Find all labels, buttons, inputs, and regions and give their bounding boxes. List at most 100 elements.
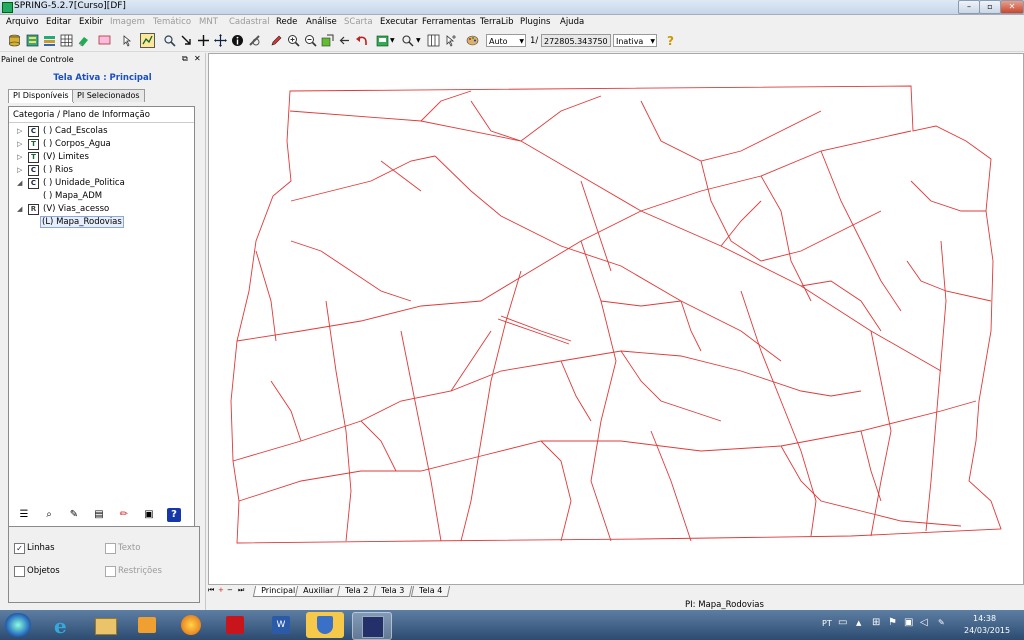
query-icon[interactable]: ⌕ [42, 508, 56, 522]
maximize-button[interactable]: ▫ [979, 0, 1001, 14]
display-icon[interactable] [98, 34, 111, 47]
network-icon[interactable]: ⊞ [872, 617, 880, 628]
menu-terralib[interactable]: TerraLib [480, 17, 514, 27]
pan-icon[interactable] [214, 34, 227, 47]
checkbox-linhas[interactable]: ✓ [14, 543, 25, 554]
expand-icon[interactable]: ▷ [17, 140, 22, 148]
ime-icon[interactable]: ✎ [938, 618, 945, 627]
collapse-icon[interactable]: ◢ [17, 179, 22, 187]
clock-date[interactable]: 24/03/2015 [964, 626, 1010, 635]
menu-rede[interactable]: Rede [276, 17, 297, 27]
info-icon[interactable] [231, 34, 244, 47]
close-icon[interactable]: ✕ [194, 54, 201, 63]
tree-node-limites[interactable]: (V) Limites [43, 152, 89, 162]
menu-cadastral[interactable]: Cadastral [229, 17, 270, 27]
help-icon[interactable]: ? [664, 34, 677, 47]
security-taskbar-icon[interactable] [306, 612, 344, 638]
tab-auxiliar[interactable]: Auxiliar [294, 586, 342, 597]
last-tab-icon[interactable]: ⏭ [238, 586, 244, 595]
menu-arquivo[interactable]: Arquivo [6, 17, 39, 27]
scale-mode-select[interactable]: Auto ▼ [486, 34, 526, 47]
folder-taskbar-icon[interactable] [86, 612, 124, 638]
database-icon[interactable] [8, 34, 21, 47]
clock-time[interactable]: 14:38 [973, 614, 996, 623]
help-icon[interactable]: ? [167, 508, 181, 522]
volume-icon[interactable]: ◁ [920, 617, 928, 628]
zoom-extent-icon[interactable] [321, 34, 334, 47]
edit-icon[interactable]: ✏ [117, 508, 131, 522]
remove-tab-icon[interactable]: − [227, 586, 233, 594]
measure-icon[interactable] [248, 34, 261, 47]
chevron-down-icon[interactable]: ▼ [416, 37, 421, 44]
pointer-icon[interactable] [120, 34, 133, 47]
expand-icon[interactable]: ▷ [17, 153, 22, 161]
search-icon[interactable] [401, 34, 414, 47]
expand-icon[interactable]: ▷ [17, 127, 22, 135]
tree-node-mapa-adm[interactable]: ( ) Mapa_ADM [43, 191, 102, 201]
menu-ajuda[interactable]: Ajuda [560, 17, 584, 27]
grid-icon[interactable] [60, 34, 73, 47]
tab-pi-selecionados[interactable]: PI Selecionados [72, 89, 145, 102]
menu-imagem[interactable]: Imagem [110, 17, 145, 27]
start-button[interactable] [5, 613, 31, 637]
undo-icon[interactable] [355, 34, 368, 47]
tree-node-vias-acesso[interactable]: (V) Vias_acesso [43, 204, 109, 214]
menu-analise[interactable]: Análise [306, 17, 337, 27]
zoom-in-icon[interactable] [287, 34, 300, 47]
tab-pi-disponiveis[interactable]: PI Disponíveis [8, 89, 74, 103]
crosshair-icon[interactable] [197, 34, 210, 47]
menu-mnt[interactable]: MNT [199, 17, 218, 27]
list-icon[interactable]: ☰ [17, 508, 31, 522]
tray-expand-icon[interactable]: ▲ [856, 619, 861, 627]
float-icon[interactable]: ⧉ [182, 54, 188, 64]
add-tab-icon[interactable]: + [218, 586, 224, 594]
export-icon[interactable] [376, 34, 389, 47]
spring-taskbar-icon[interactable] [352, 612, 392, 640]
tab-tela-4[interactable]: Tela 4 [410, 586, 451, 597]
arrow-select-icon[interactable] [180, 34, 193, 47]
project-icon[interactable] [26, 34, 39, 47]
keyboard-icon[interactable]: ▭ [838, 617, 847, 628]
checkbox-texto[interactable] [105, 543, 116, 554]
word-taskbar-icon[interactable]: W [262, 612, 300, 638]
zoom-window-icon[interactable] [163, 34, 176, 47]
ie-taskbar-icon[interactable]: e [44, 612, 82, 638]
media-player-taskbar-icon[interactable] [128, 612, 166, 638]
eraser-icon[interactable] [77, 34, 90, 47]
menu-editar[interactable]: Editar [46, 17, 71, 27]
first-tab-icon[interactable]: ⏮ [208, 586, 214, 595]
pencil-icon[interactable] [270, 34, 283, 47]
tree-node-unidade-politica[interactable]: ( ) Unidade_Politica [43, 178, 125, 188]
menu-exibir[interactable]: Exibir [79, 17, 103, 27]
style-icon[interactable]: ✎ [67, 508, 81, 522]
palette-icon[interactable] [466, 34, 479, 47]
checkbox-restricoes[interactable] [105, 566, 116, 577]
table-icon[interactable] [427, 34, 440, 47]
menu-tematico[interactable]: Temático [153, 17, 191, 27]
chart-tool-icon[interactable] [140, 33, 155, 48]
display-icon[interactable]: ▣ [904, 617, 913, 628]
language-indicator[interactable]: PT [822, 619, 832, 628]
tree-node-mapa-rodovias[interactable]: (L) Mapa_Rodovias [40, 216, 124, 228]
tab-tela-2[interactable]: Tela 2 [336, 586, 377, 597]
menu-ferramentas[interactable]: Ferramentas [422, 17, 476, 27]
map-canvas[interactable] [208, 53, 1024, 585]
flag-icon[interactable]: ⚑ [888, 617, 897, 628]
previous-view-icon[interactable] [338, 34, 351, 47]
menu-executar[interactable]: Executar [380, 17, 417, 27]
collapse-icon[interactable]: ◢ [17, 205, 22, 213]
pdf-reader-taskbar-icon[interactable] [216, 612, 254, 638]
tab-tela-3[interactable]: Tela 3 [372, 586, 413, 597]
zoom-out-icon[interactable] [304, 34, 317, 47]
expand-icon[interactable]: ▷ [17, 166, 22, 174]
scale-input[interactable]: 272805.343750 [541, 34, 611, 47]
menu-scarta[interactable]: SCarta [344, 17, 373, 27]
minimize-button[interactable]: – [958, 0, 980, 14]
state-select[interactable]: Inativa ▼ [613, 34, 657, 47]
tree-node-rios[interactable]: ( ) Rios [43, 165, 73, 175]
menu-plugins[interactable]: Plugins [520, 17, 550, 27]
window-icon[interactable]: ▣ [142, 508, 156, 522]
chevron-down-icon[interactable]: ▼ [390, 37, 395, 44]
close-button[interactable]: ✕ [1000, 0, 1024, 14]
firefox-taskbar-icon[interactable] [172, 612, 210, 638]
